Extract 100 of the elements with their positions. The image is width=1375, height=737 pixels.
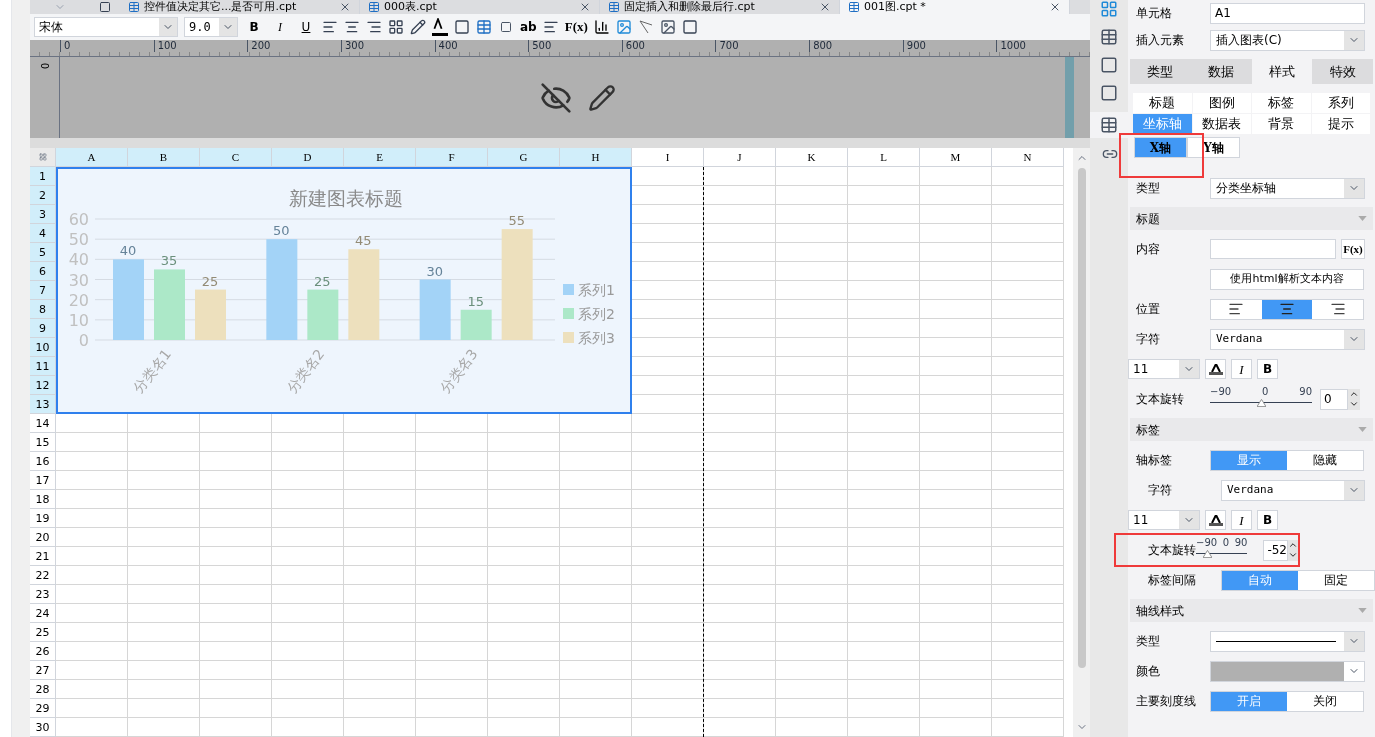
font-select[interactable]: 宋体: [34, 17, 178, 37]
row-header[interactable]: 3: [30, 205, 56, 224]
line-style-select[interactable]: [1210, 630, 1365, 652]
dropdown-field[interactable]: Verdana: [1221, 479, 1365, 501]
scrollbar-thumb[interactable]: [1077, 168, 1086, 668]
align-option[interactable]: [1211, 299, 1262, 319]
align-option[interactable]: [1312, 299, 1363, 319]
close-icon[interactable]: [1049, 1, 1061, 13]
number-input[interactable]: -52: [1263, 539, 1288, 561]
align-center-icon[interactable]: [344, 19, 360, 35]
font-size-select[interactable]: 11: [1128, 510, 1200, 530]
column-header[interactable]: F: [416, 148, 488, 167]
formula-button[interactable]: F(x): [1341, 239, 1365, 259]
section-header[interactable]: 标签: [1130, 418, 1373, 441]
frame-icon[interactable]: [681, 19, 698, 35]
bar-chart-icon[interactable]: [593, 19, 610, 35]
row-header[interactable]: 21: [30, 547, 56, 566]
cell-input[interactable]: A1: [1210, 2, 1365, 24]
bold-button[interactable]: B: [244, 18, 264, 36]
row-header[interactable]: 18: [30, 490, 56, 509]
row-header[interactable]: 6: [30, 262, 56, 281]
row-header[interactable]: 17: [30, 471, 56, 490]
column-header[interactable]: J: [704, 148, 776, 167]
close-icon[interactable]: [819, 1, 831, 13]
text-input[interactable]: [1210, 239, 1336, 259]
row-header[interactable]: 19: [30, 509, 56, 528]
column-header[interactable]: H: [560, 148, 632, 167]
table-grid-icon[interactable]: [476, 19, 492, 35]
dropdown-field[interactable]: Verdana: [1210, 328, 1365, 350]
row-header[interactable]: 15: [30, 433, 56, 452]
row-header[interactable]: 27: [30, 661, 56, 680]
image-icon[interactable]: [615, 19, 632, 35]
file-tab[interactable]: 001图.cpt *: [840, 0, 1070, 14]
row-header[interactable]: 4: [30, 224, 56, 243]
underline-button[interactable]: U: [296, 18, 316, 36]
row-header[interactable]: 14: [30, 414, 56, 433]
select-all-icon[interactable]: [38, 153, 47, 161]
close-icon[interactable]: [339, 1, 351, 13]
column-header[interactable]: I: [632, 148, 704, 167]
column-header[interactable]: D: [272, 148, 344, 167]
color-select[interactable]: [1210, 660, 1365, 682]
close-icon[interactable]: [579, 1, 591, 13]
slider-thumb[interactable]: [1202, 550, 1212, 558]
row-header[interactable]: 26: [30, 642, 56, 661]
align-left-icon[interactable]: [322, 19, 338, 35]
panel-tab[interactable]: 类型: [1130, 59, 1191, 84]
row-header[interactable]: 1: [30, 167, 56, 186]
italic-button[interactable]: I: [1231, 359, 1252, 379]
column-header[interactable]: A: [56, 148, 128, 167]
panel-tab[interactable]: 数据: [1190, 59, 1252, 84]
style-tab[interactable]: 标签: [1252, 93, 1311, 113]
paragraph-icon[interactable]: [542, 19, 559, 35]
row-header[interactable]: 22: [30, 566, 56, 585]
column-header[interactable]: C: [200, 148, 272, 167]
row-header[interactable]: 30: [30, 718, 56, 737]
row-header[interactable]: 7: [30, 281, 56, 300]
hidden-eye-icon[interactable]: [539, 81, 572, 114]
style-tab[interactable]: 背景: [1252, 114, 1311, 134]
style-tab[interactable]: 系列: [1311, 93, 1370, 113]
column-header[interactable]: K: [776, 148, 848, 167]
panel-tab[interactable]: 特效: [1312, 59, 1373, 84]
section-header[interactable]: 轴线样式: [1130, 599, 1373, 622]
row-header[interactable]: 9: [30, 319, 56, 338]
align-option[interactable]: [1261, 299, 1313, 319]
style-tab[interactable]: 提示: [1311, 114, 1370, 134]
row-header[interactable]: 2: [30, 186, 56, 205]
row-header[interactable]: 5: [30, 243, 56, 262]
border-icon[interactable]: [388, 19, 404, 35]
font-size-select[interactable]: 11: [1128, 359, 1200, 379]
column-header[interactable]: M: [920, 148, 992, 167]
row-header[interactable]: 20: [30, 528, 56, 547]
style-tab[interactable]: 标题: [1133, 93, 1192, 113]
font-size-select[interactable]: 9.0: [184, 17, 238, 37]
row-header[interactable]: 28: [30, 680, 56, 699]
bold-button[interactable]: B: [1257, 359, 1278, 379]
dropdown-field[interactable]: 插入图表(C): [1210, 29, 1365, 51]
row-header[interactable]: 16: [30, 452, 56, 471]
row-header[interactable]: 29: [30, 699, 56, 718]
row-header[interactable]: 10: [30, 338, 56, 357]
dropdown-field[interactable]: 分类坐标轴: [1210, 177, 1365, 199]
row-header[interactable]: 13: [30, 395, 56, 414]
style-tab[interactable]: 数据表: [1192, 114, 1251, 134]
axis-tab[interactable]: Y轴: [1187, 137, 1240, 158]
align-right-icon[interactable]: [366, 19, 382, 35]
row-header[interactable]: 11: [30, 357, 56, 376]
axis-tab[interactable]: X轴: [1134, 137, 1187, 158]
text-button[interactable]: ab: [520, 18, 537, 36]
row-header[interactable]: 23: [30, 585, 56, 604]
italic-button[interactable]: I: [1231, 510, 1252, 530]
column-header[interactable]: N: [992, 148, 1064, 167]
edit-pencil-icon[interactable]: [587, 83, 616, 112]
italic-button[interactable]: I: [270, 18, 290, 36]
slider-thumb[interactable]: [1257, 399, 1266, 407]
frame-icon[interactable]: [1100, 56, 1118, 74]
column-header[interactable]: B: [128, 148, 200, 167]
font-color-icon[interactable]: [432, 18, 448, 36]
html-parse-button[interactable]: 使用html解析文本内容: [1210, 268, 1364, 290]
new-tab-icon[interactable]: [99, 1, 111, 13]
row-header[interactable]: 25: [30, 623, 56, 642]
column-header[interactable]: G: [488, 148, 560, 167]
